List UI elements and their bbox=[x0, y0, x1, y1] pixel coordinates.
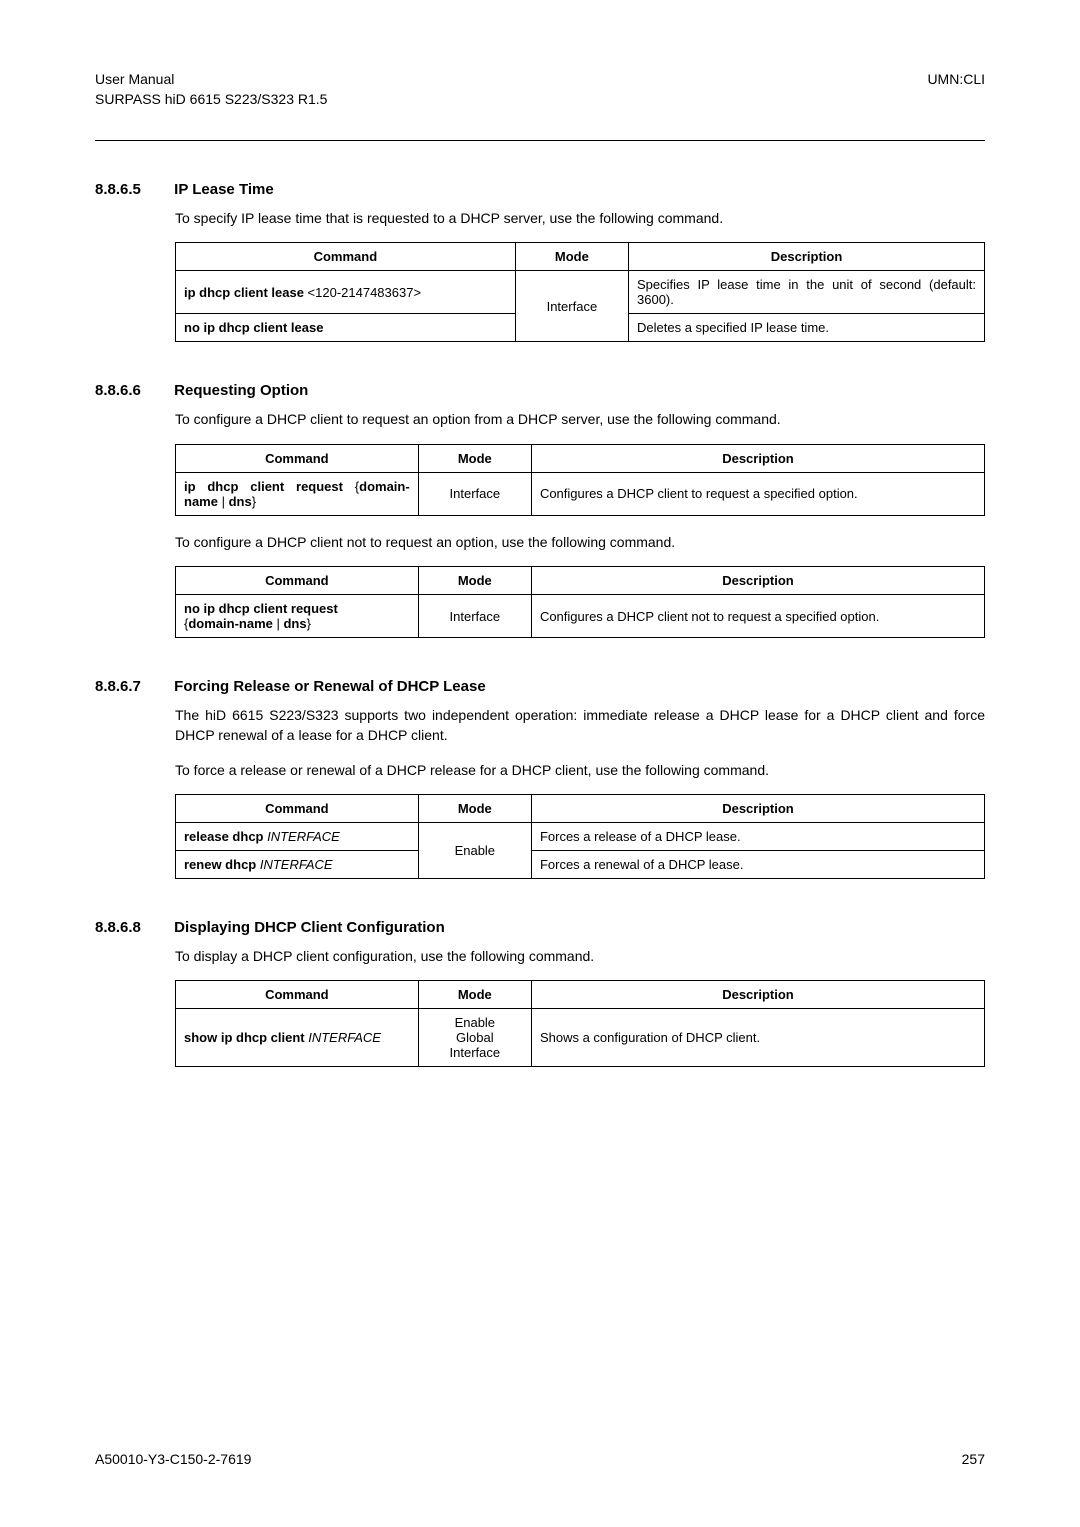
cell-description: Configures a DHCP client to request a sp… bbox=[531, 472, 984, 515]
th-command: Command bbox=[176, 243, 516, 271]
header-left-line2: SURPASS hiD 6615 S223/S323 R1.5 bbox=[95, 90, 327, 110]
th-description: Description bbox=[531, 567, 984, 595]
command-table: Command Mode Description ip dhcp client … bbox=[175, 242, 985, 342]
th-command: Command bbox=[176, 794, 419, 822]
command-table: Command Mode Description show ip dhcp cl… bbox=[175, 980, 985, 1067]
th-description: Description bbox=[629, 243, 985, 271]
cell-description: Forces a renewal of a DHCP lease. bbox=[531, 850, 984, 878]
cell-mode: Interface bbox=[515, 271, 628, 342]
heading-title: Forcing Release or Renewal of DHCP Lease bbox=[174, 678, 486, 695]
page-footer: A50010-Y3-C150-2-7619 257 bbox=[95, 1451, 985, 1467]
heading-title: Requesting Option bbox=[174, 382, 308, 399]
th-mode: Mode bbox=[515, 243, 628, 271]
th-mode: Mode bbox=[418, 567, 531, 595]
paragraph: The hiD 6615 S223/S323 supports two inde… bbox=[175, 705, 985, 746]
command-table: Command Mode Description release dhcp IN… bbox=[175, 794, 985, 879]
cell-command: no ip dhcp client lease bbox=[176, 314, 516, 342]
heading-number: 8.8.6.6 bbox=[95, 382, 170, 399]
heading-number: 8.8.6.5 bbox=[95, 181, 170, 198]
table-header-row: Command Mode Description bbox=[176, 444, 985, 472]
th-description: Description bbox=[531, 444, 984, 472]
th-description: Description bbox=[531, 794, 984, 822]
th-command: Command bbox=[176, 444, 419, 472]
table-row: renew dhcp INTERFACE Forces a renewal of… bbox=[176, 850, 985, 878]
th-description: Description bbox=[531, 981, 984, 1009]
cell-description: Deletes a specified IP lease time. bbox=[629, 314, 985, 342]
paragraph: To configure a DHCP client to request an… bbox=[175, 409, 985, 429]
th-mode: Mode bbox=[418, 981, 531, 1009]
header-right: UMN:CLI bbox=[927, 70, 985, 90]
cell-description: Forces a release of a DHCP lease. bbox=[531, 822, 984, 850]
cell-command: show ip dhcp client INTERFACE bbox=[176, 1009, 419, 1067]
cell-mode: Interface bbox=[418, 472, 531, 515]
table-row: no ip dhcp client request{domain-name | … bbox=[176, 595, 985, 638]
footer-doc-id: A50010-Y3-C150-2-7619 bbox=[95, 1451, 251, 1467]
table-header-row: Command Mode Description bbox=[176, 243, 985, 271]
command-table: Command Mode Description ip dhcp client … bbox=[175, 444, 985, 516]
cell-description: Configures a DHCP client not to request … bbox=[531, 595, 984, 638]
section-forcing-release-renewal: 8.8.6.7 Forcing Release or Renewal of DH… bbox=[175, 678, 985, 879]
table-row: ip dhcp client request {domain-name | dn… bbox=[176, 472, 985, 515]
section-displaying-dhcp-client-config: 8.8.6.8 Displaying DHCP Client Configura… bbox=[175, 919, 985, 1067]
heading-number: 8.8.6.7 bbox=[95, 678, 170, 695]
section-ip-lease-time: 8.8.6.5 IP Lease Time To specify IP leas… bbox=[175, 181, 985, 342]
table-row: ip dhcp client lease <120-2147483637> In… bbox=[176, 271, 985, 314]
table-header-row: Command Mode Description bbox=[176, 981, 985, 1009]
paragraph: To configure a DHCP client not to reques… bbox=[175, 532, 985, 552]
heading-number: 8.8.6.8 bbox=[95, 919, 170, 936]
th-mode: Mode bbox=[418, 794, 531, 822]
command-table: Command Mode Description no ip dhcp clie… bbox=[175, 566, 985, 638]
cell-command: renew dhcp INTERFACE bbox=[176, 850, 419, 878]
cell-command: ip dhcp client lease <120-2147483637> bbox=[176, 271, 516, 314]
table-row: release dhcp INTERFACE Enable Forces a r… bbox=[176, 822, 985, 850]
section-requesting-option: 8.8.6.6 Requesting Option To configure a… bbox=[175, 382, 985, 638]
cell-mode: EnableGlobalInterface bbox=[418, 1009, 531, 1067]
cell-command: release dhcp INTERFACE bbox=[176, 822, 419, 850]
cell-mode: Enable bbox=[418, 822, 531, 878]
header-divider bbox=[95, 140, 985, 141]
cell-command: no ip dhcp client request{domain-name | … bbox=[176, 595, 419, 638]
paragraph: To force a release or renewal of a DHCP … bbox=[175, 760, 985, 780]
cell-mode: Interface bbox=[418, 595, 531, 638]
th-mode: Mode bbox=[418, 444, 531, 472]
paragraph: To specify IP lease time that is request… bbox=[175, 208, 985, 228]
cell-description: Shows a configuration of DHCP client. bbox=[531, 1009, 984, 1067]
table-row: show ip dhcp client INTERFACE EnableGlob… bbox=[176, 1009, 985, 1067]
table-header-row: Command Mode Description bbox=[176, 567, 985, 595]
heading-title: IP Lease Time bbox=[174, 181, 274, 198]
th-command: Command bbox=[176, 567, 419, 595]
th-command: Command bbox=[176, 981, 419, 1009]
paragraph: To display a DHCP client configuration, … bbox=[175, 946, 985, 966]
cell-command: ip dhcp client request {domain-name | dn… bbox=[176, 472, 419, 515]
cell-description: Specifies IP lease time in the unit of s… bbox=[629, 271, 985, 314]
heading-title: Displaying DHCP Client Configuration bbox=[174, 919, 445, 936]
header-left-line1: User Manual bbox=[95, 70, 174, 90]
footer-page-number: 257 bbox=[962, 1451, 985, 1467]
page-header: User Manual UMN:CLI SURPASS hiD 6615 S22… bbox=[95, 70, 985, 115]
table-header-row: Command Mode Description bbox=[176, 794, 985, 822]
